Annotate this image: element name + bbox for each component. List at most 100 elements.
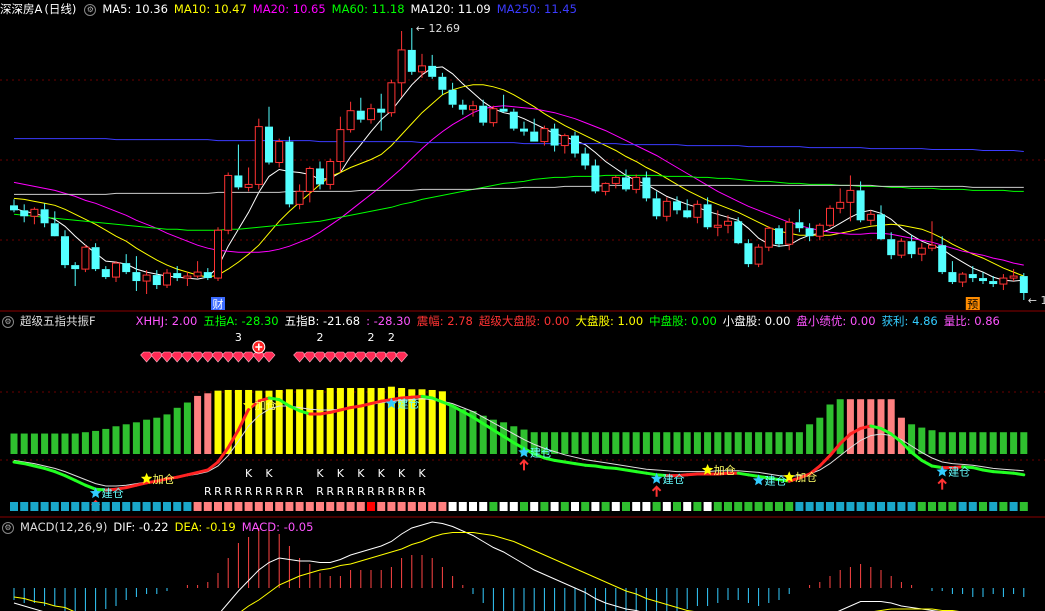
candle-body: [438, 76, 447, 90]
candle: [193, 261, 202, 279]
main-header: 深深房A (日线) ⚙ MA5: 10.36 MA10: 10.47 MA20: 10.6…: [0, 1, 589, 17]
status-square: [428, 502, 437, 511]
gem-icon: [384, 351, 398, 363]
status-square: [61, 502, 69, 511]
resonance-bar: [744, 432, 752, 454]
status-square: [81, 502, 90, 511]
k-signal-label: K: [418, 467, 426, 480]
status-square: [234, 502, 243, 511]
ma-line-ma250: [14, 138, 1024, 152]
five-finger-a-segment: [175, 473, 189, 479]
candle-body: [928, 244, 936, 249]
candle-body: [265, 126, 273, 163]
gem-icon: [160, 351, 174, 363]
status-square: [458, 502, 467, 511]
resonance-bar: [204, 393, 212, 454]
gem-icon: [150, 351, 164, 363]
candle-body: [193, 271, 202, 277]
ma-legend-item: MA5: 10.36: [102, 2, 168, 16]
candle-body: [316, 168, 324, 185]
five-finger-a-segment: [971, 466, 985, 472]
status-square: [785, 502, 794, 511]
status-square: [560, 502, 569, 511]
gem-icon: [191, 351, 205, 363]
status-square: [897, 502, 906, 511]
jiancang-label: 建仓: [530, 445, 552, 459]
candle: [693, 200, 702, 224]
candle: [642, 171, 651, 202]
status-square: [336, 502, 345, 511]
ma-legend-item: MA60: 11.18: [331, 2, 405, 16]
status-square: [540, 502, 549, 511]
five-finger-a-segment: [124, 483, 138, 490]
gem-icon: [242, 351, 256, 363]
candle-body: [428, 65, 437, 77]
candle-body: [10, 205, 18, 211]
gem-icon: [344, 351, 358, 363]
resonance-bar: [969, 432, 977, 454]
candle: [458, 99, 467, 115]
settings-icon[interactable]: ⚙: [2, 315, 14, 328]
ma-legend-item: MA120: 11.09: [410, 2, 491, 16]
candle-body: [703, 204, 712, 228]
candle-body: [489, 108, 498, 124]
candle: [662, 197, 671, 222]
r-signal-label: R: [235, 485, 243, 498]
macd-legend-item: DIF: -0.22: [113, 520, 169, 534]
five-finger-a-segment: [563, 460, 577, 466]
candle-body: [407, 49, 416, 72]
candle-body: [917, 247, 926, 255]
candle-body: [826, 207, 834, 226]
candle-body: [642, 177, 651, 199]
resonance-bar: [102, 428, 110, 454]
resonance-bar: [30, 433, 38, 454]
candle-body: [611, 176, 620, 184]
resonance-bar: [602, 432, 610, 454]
indicator-title: 超级五指共振F: [20, 314, 96, 328]
jiancang-label: 建仓: [102, 486, 124, 500]
r-signal-label: R: [286, 485, 294, 498]
candle-body: [448, 89, 457, 105]
status-square: [377, 502, 386, 511]
candle-body: [203, 272, 212, 279]
candle: [377, 93, 386, 131]
status-square: [265, 502, 273, 511]
candle-body: [244, 183, 253, 188]
candle-body: [571, 135, 579, 154]
candle-body: [499, 108, 508, 112]
resonance-bar: [296, 389, 304, 454]
status-square: [152, 502, 161, 511]
status-square: [101, 502, 110, 511]
settings-icon[interactable]: ⚙: [84, 3, 97, 16]
settings-icon[interactable]: ⚙: [2, 521, 14, 534]
candle: [601, 182, 610, 196]
candle-body: [50, 223, 59, 237]
candle-body: [979, 278, 987, 282]
candle-body: [285, 141, 294, 205]
resonance-bar: [887, 399, 895, 454]
status-square: [418, 502, 426, 511]
r-signal-label: R: [296, 485, 304, 498]
resonance-bar: [153, 417, 161, 454]
k-signal-label: K: [245, 467, 253, 480]
k-signal-label: K: [316, 467, 324, 480]
event-marker-label: 财: [213, 297, 224, 311]
resonance-bar: [795, 432, 803, 454]
five-finger-a-segment: [991, 470, 1005, 474]
candle-body: [305, 167, 314, 192]
candle-body: [81, 246, 90, 270]
candle-body: [40, 209, 49, 224]
r-signal-label: R: [388, 485, 396, 498]
status-square: [305, 502, 314, 511]
status-square: [948, 502, 957, 511]
candle-body: [560, 135, 569, 147]
r-signal-label: R: [224, 485, 232, 498]
candle-body: [836, 201, 845, 209]
ma-legend-item: MA10: 10.47: [173, 2, 247, 16]
candle: [428, 54, 437, 79]
candle: [163, 269, 171, 289]
resonance-bar: [183, 402, 191, 454]
resonance-bar: [81, 432, 89, 454]
buy-arrow-icon: [651, 485, 662, 497]
five-finger-a-segment: [634, 470, 648, 475]
